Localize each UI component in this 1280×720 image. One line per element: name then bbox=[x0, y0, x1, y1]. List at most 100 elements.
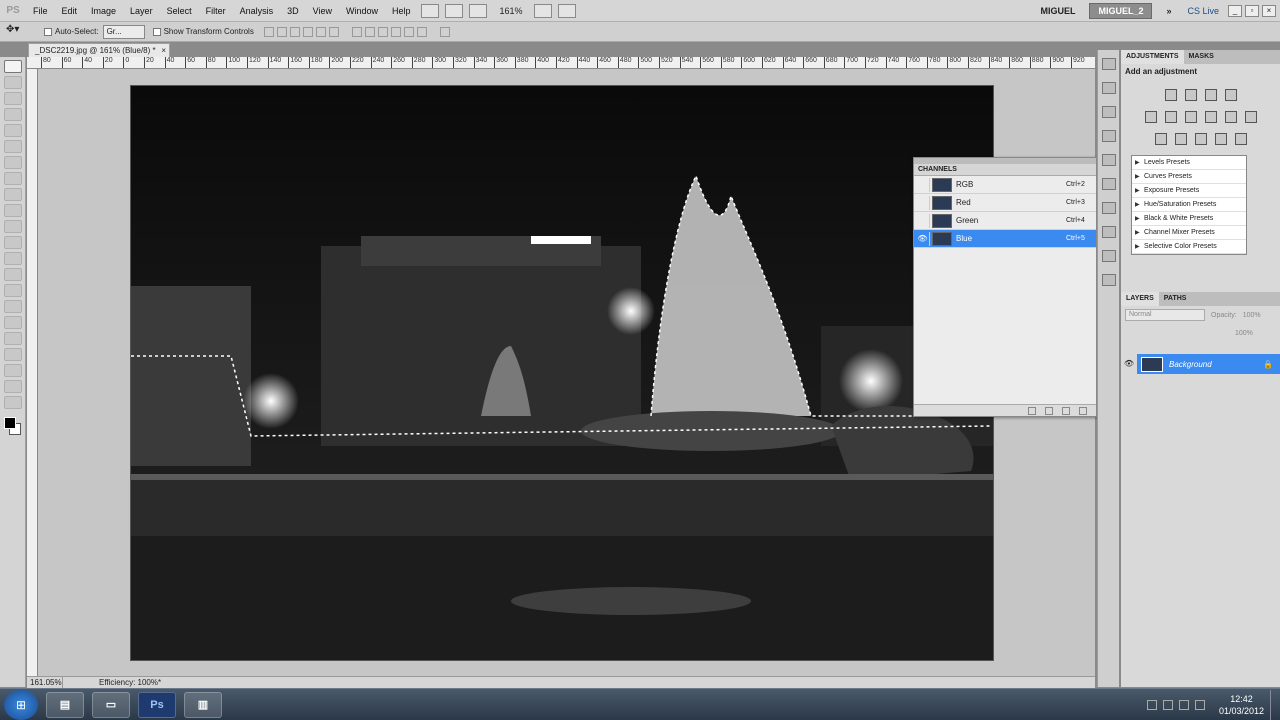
tab-adjustments[interactable]: ADJUSTMENTS bbox=[1121, 50, 1184, 64]
tab-layers[interactable]: LAYERS bbox=[1121, 292, 1159, 306]
photo-filter-icon[interactable] bbox=[1224, 111, 1237, 123]
pen-tool[interactable] bbox=[4, 284, 22, 297]
visibility-eye-icon[interactable]: 👁 bbox=[1121, 354, 1137, 374]
clone-stamp-tool[interactable] bbox=[4, 188, 22, 201]
color-balance-icon[interactable] bbox=[1184, 111, 1197, 123]
document-image[interactable] bbox=[130, 85, 994, 661]
arrange-documents-icon[interactable] bbox=[533, 3, 552, 18]
start-button[interactable]: ⊞ bbox=[4, 689, 38, 720]
fill-value[interactable]: 100% bbox=[1235, 330, 1253, 337]
invert-icon[interactable] bbox=[1154, 133, 1167, 145]
zoom-tool[interactable] bbox=[4, 396, 22, 409]
vibrance-icon[interactable] bbox=[1144, 111, 1157, 123]
channels-panel-title[interactable]: CHANNELS bbox=[914, 164, 1096, 176]
save-selection-icon[interactable] bbox=[1045, 406, 1053, 415]
info-panel-icon[interactable] bbox=[1102, 130, 1116, 142]
align-left-icon[interactable] bbox=[302, 26, 313, 37]
visibility-eye-icon[interactable] bbox=[916, 177, 930, 192]
curves-icon[interactable] bbox=[1204, 89, 1217, 101]
menu-edit[interactable]: Edit bbox=[55, 0, 85, 22]
auto-select-checkbox[interactable]: Auto-Select: bbox=[44, 27, 99, 36]
load-selection-icon[interactable] bbox=[1028, 406, 1036, 415]
gradient-tool[interactable] bbox=[4, 236, 22, 249]
align-bottom-icon[interactable] bbox=[289, 26, 300, 37]
channel-row-rgb[interactable]: RGB Ctrl+2 bbox=[914, 176, 1096, 194]
eraser-tool[interactable] bbox=[4, 220, 22, 233]
auto-select-dropdown[interactable]: Gr... bbox=[102, 24, 145, 39]
spot-healing-tool[interactable] bbox=[4, 156, 22, 169]
screen-mode-icon[interactable] bbox=[557, 3, 576, 18]
distribute-bottom-icon[interactable] bbox=[377, 26, 388, 37]
menu-image[interactable]: Image bbox=[84, 0, 123, 22]
posterize-icon[interactable] bbox=[1174, 133, 1187, 145]
visibility-eye-icon[interactable] bbox=[916, 195, 930, 210]
zoom-level[interactable]: 161% bbox=[500, 6, 523, 16]
threshold-icon[interactable] bbox=[1194, 133, 1207, 145]
lasso-tool[interactable] bbox=[4, 92, 22, 105]
align-center-icon[interactable] bbox=[315, 26, 326, 37]
menu-view[interactable]: View bbox=[306, 0, 339, 22]
restore-button[interactable]: ▫ bbox=[1245, 4, 1259, 17]
preset-exposure[interactable]: Exposure Presets bbox=[1132, 184, 1246, 198]
menu-analysis[interactable]: Analysis bbox=[233, 0, 281, 22]
levels-icon[interactable] bbox=[1184, 89, 1197, 101]
visibility-eye-icon[interactable] bbox=[916, 213, 930, 228]
brush-tool[interactable] bbox=[4, 172, 22, 185]
visibility-eye-icon[interactable]: 👁 bbox=[916, 231, 930, 246]
selective-color-icon[interactable] bbox=[1234, 133, 1247, 145]
auto-align-icon[interactable] bbox=[439, 26, 450, 37]
distribute-top-icon[interactable] bbox=[351, 26, 362, 37]
menu-select[interactable]: Select bbox=[160, 0, 199, 22]
tool-presets-panel-icon[interactable] bbox=[1102, 250, 1116, 262]
exposure-icon[interactable] bbox=[1224, 89, 1237, 101]
taskbar-photoshop[interactable]: Ps bbox=[138, 691, 176, 718]
preset-levels[interactable]: Levels Presets bbox=[1132, 156, 1246, 170]
distribute-center-icon[interactable] bbox=[403, 26, 414, 37]
3d-rotate-tool[interactable] bbox=[4, 348, 22, 361]
preset-curves[interactable]: Curves Presets bbox=[1132, 170, 1246, 184]
dodge-tool[interactable] bbox=[4, 268, 22, 281]
blend-mode-dropdown[interactable]: Normal bbox=[1125, 309, 1205, 321]
history-brush-tool[interactable] bbox=[4, 204, 22, 217]
channel-row-red[interactable]: Red Ctrl+3 bbox=[914, 194, 1096, 212]
black-white-icon[interactable] bbox=[1204, 111, 1217, 123]
3d-orbit-tool[interactable] bbox=[4, 364, 22, 377]
tray-arrow-icon[interactable] bbox=[1146, 699, 1157, 710]
distribute-right-icon[interactable] bbox=[416, 26, 427, 37]
navigator-panel-icon[interactable] bbox=[1102, 106, 1116, 118]
delete-channel-icon[interactable] bbox=[1079, 406, 1087, 415]
view-extras-icon[interactable] bbox=[468, 3, 487, 18]
channel-row-blue[interactable]: 👁 Blue Ctrl+5 bbox=[914, 230, 1096, 248]
document-tab[interactable]: _DSC2219.jpg @ 161% (Blue/8) * × bbox=[28, 43, 170, 57]
layer-row-background[interactable]: 👁 Background 🔒 bbox=[1121, 354, 1280, 374]
workspace-overflow[interactable]: » bbox=[1158, 6, 1179, 16]
new-channel-icon[interactable] bbox=[1062, 406, 1070, 415]
menu-file[interactable]: File bbox=[26, 0, 55, 22]
move-tool[interactable] bbox=[4, 60, 22, 73]
eyedropper-tool[interactable] bbox=[4, 140, 22, 153]
hand-tool[interactable] bbox=[4, 380, 22, 393]
workspace-miguel[interactable]: MIGUEL bbox=[1032, 6, 1083, 16]
paragraph-panel-icon[interactable] bbox=[1102, 226, 1116, 238]
mini-bridge-icon[interactable] bbox=[444, 3, 463, 18]
shape-tool[interactable] bbox=[4, 332, 22, 345]
status-efficiency[interactable]: Efficiency: 100%* bbox=[99, 677, 161, 688]
preset-channel-mixer[interactable]: Channel Mixer Presets bbox=[1132, 226, 1246, 240]
close-button[interactable]: × bbox=[1262, 4, 1276, 17]
blur-tool[interactable] bbox=[4, 252, 22, 265]
cs-live-button[interactable]: CS Live bbox=[1187, 6, 1219, 16]
history-panel-icon[interactable] bbox=[1102, 58, 1116, 70]
taskbar-folder[interactable]: ▭ bbox=[92, 691, 130, 718]
preset-selective-color[interactable]: Selective Color Presets bbox=[1132, 240, 1246, 254]
minimize-button[interactable]: _ bbox=[1228, 4, 1242, 17]
menu-window[interactable]: Window bbox=[339, 0, 385, 22]
taskbar-clock[interactable]: 12:42 01/03/2012 bbox=[1219, 693, 1264, 717]
tray-volume-icon[interactable] bbox=[1178, 699, 1189, 710]
show-transform-checkbox[interactable]: Show Transform Controls bbox=[152, 27, 254, 36]
actions-panel-icon[interactable] bbox=[1102, 82, 1116, 94]
brushes-panel-icon[interactable] bbox=[1102, 154, 1116, 166]
workspace-miguel-2[interactable]: MIGUEL_2 bbox=[1089, 2, 1153, 19]
foreground-color-swatch[interactable] bbox=[4, 417, 16, 429]
align-middle-icon[interactable] bbox=[276, 26, 287, 37]
clone-source-panel-icon[interactable] bbox=[1102, 178, 1116, 190]
